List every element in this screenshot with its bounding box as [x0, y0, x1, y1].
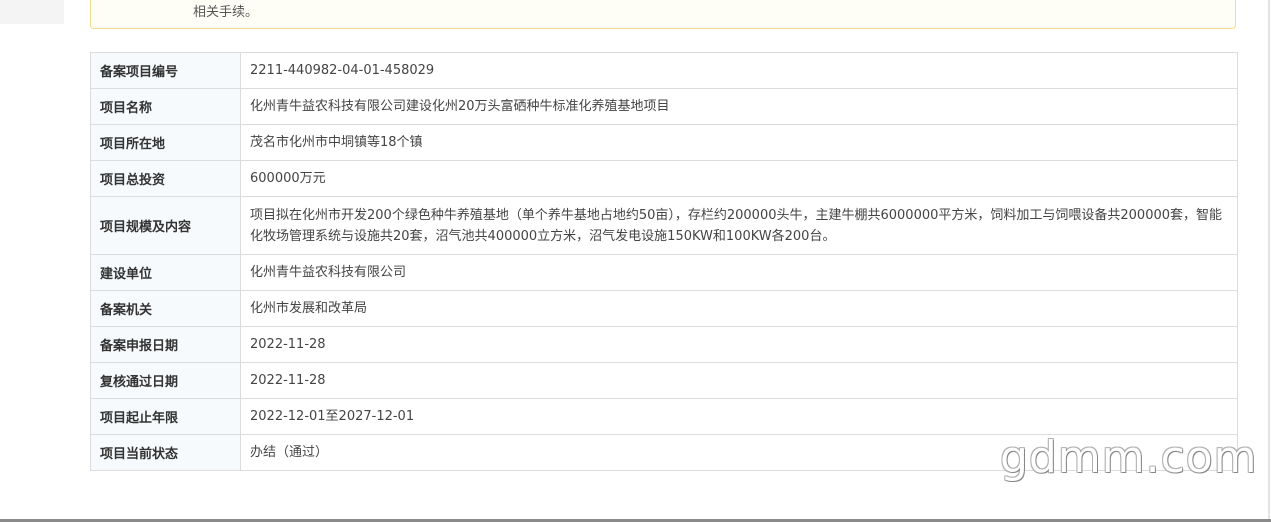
row-value: 2022-12-01至2027-12-01 — [240, 398, 1238, 435]
row-value: 2022-11-28 — [240, 326, 1238, 363]
row-label: 项目当前状态 — [90, 434, 241, 471]
table-row-project-name: 项目名称 化州青牛益农科技有限公司建设化州20万头富硒种牛标准化养殖基地项目 — [90, 88, 1238, 125]
row-value: 化州市发展和改革局 — [240, 290, 1238, 327]
row-label: 备案申报日期 — [90, 326, 241, 363]
row-label: 项目所在地 — [90, 124, 241, 161]
row-label: 建设单位 — [90, 254, 241, 291]
table-row-filing-date: 备案申报日期 2022-11-28 — [90, 326, 1238, 363]
table-row-record-id: 备案项目编号 2211-440982-04-01-458029 — [90, 52, 1238, 89]
row-label: 项目名称 — [90, 88, 241, 125]
row-label: 备案机关 — [90, 290, 241, 327]
notice-text: 相关手续。 — [193, 5, 259, 20]
row-value: 茂名市化州市中垌镇等18个镇 — [240, 124, 1238, 161]
row-value: 2211-440982-04-01-458029 — [240, 52, 1238, 89]
page: 相关手续。 备案项目编号 2211-440982-04-01-458029 项目… — [0, 0, 1271, 522]
row-value: 2022-11-28 — [240, 362, 1238, 399]
table-row-location: 项目所在地 茂名市化州市中垌镇等18个镇 — [90, 124, 1238, 161]
row-label: 项目起止年限 — [90, 398, 241, 435]
left-panel-edge — [0, 0, 64, 24]
project-record-table: 备案项目编号 2211-440982-04-01-458029 项目名称 化州青… — [90, 52, 1238, 471]
row-label: 备案项目编号 — [90, 52, 241, 89]
table-row-authority: 备案机关 化州市发展和改革局 — [90, 290, 1238, 327]
notice-box: 相关手续。 — [90, 0, 1236, 29]
row-value: 600000万元 — [240, 160, 1238, 197]
table-row-builder: 建设单位 化州青牛益农科技有限公司 — [90, 254, 1238, 291]
table-row-period: 项目起止年限 2022-12-01至2027-12-01 — [90, 398, 1238, 435]
row-value: 化州青牛益农科技有限公司建设化州20万头富硒种牛标准化养殖基地项目 — [240, 88, 1238, 125]
row-value: 项目拟在化州市开发200个绿色种牛养殖基地（单个养牛基地占地约50亩），存栏约2… — [240, 196, 1238, 255]
scrollbar-edge — [1268, 0, 1270, 522]
row-value: 化州青牛益农科技有限公司 — [240, 254, 1238, 291]
table-row-scope: 项目规模及内容 项目拟在化州市开发200个绿色种牛养殖基地（单个养牛基地占地约5… — [90, 196, 1238, 255]
row-label: 复核通过日期 — [90, 362, 241, 399]
table-row-review-date: 复核通过日期 2022-11-28 — [90, 362, 1238, 399]
row-label: 项目总投资 — [90, 160, 241, 197]
row-label: 项目规模及内容 — [90, 196, 241, 255]
table-row-total-investment: 项目总投资 600000万元 — [90, 160, 1238, 197]
watermark: gdmm.com — [1000, 432, 1258, 483]
